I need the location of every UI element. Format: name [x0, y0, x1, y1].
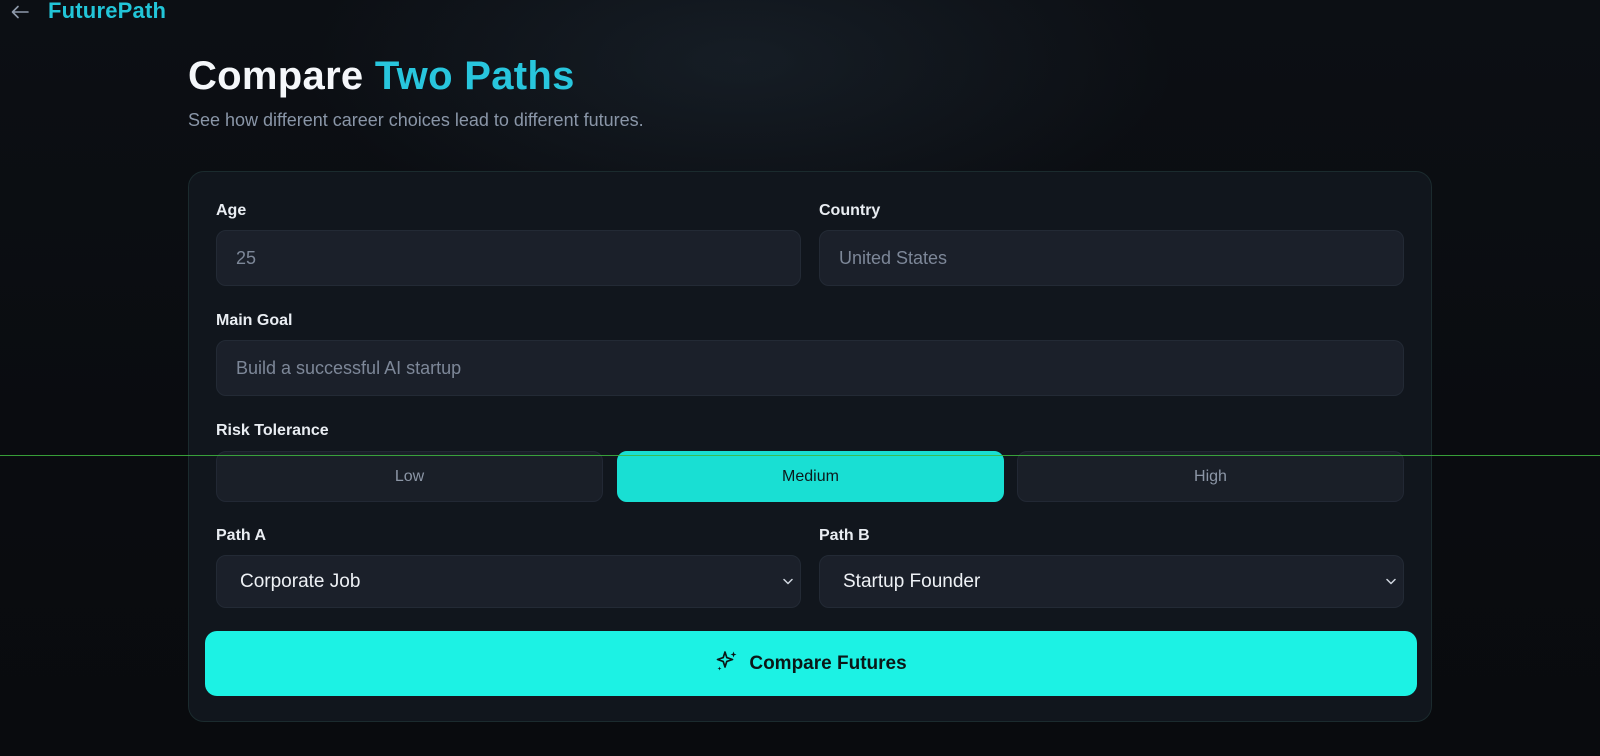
- age-input[interactable]: 25: [216, 230, 801, 286]
- page-title-accent: Two Paths: [374, 54, 575, 98]
- guide-line: [0, 455, 1600, 456]
- goal-label: Main Goal: [216, 312, 293, 329]
- age-label: Age: [216, 202, 247, 219]
- country-label: Country: [819, 202, 881, 219]
- path-a-select[interactable]: Corporate Job: [216, 555, 801, 608]
- page-title-main: Compare: [188, 54, 375, 98]
- page-title: Compare Two Paths: [188, 54, 575, 99]
- compare-futures-label: Compare Futures: [749, 652, 907, 674]
- path-a-value: Corporate Job: [240, 570, 361, 592]
- risk-option-high[interactable]: High: [1017, 451, 1404, 502]
- risk-option-low[interactable]: Low: [216, 451, 603, 502]
- risk-option-medium[interactable]: Medium: [617, 451, 1004, 502]
- path-a-label: Path A: [216, 527, 267, 544]
- arrow-left-icon[interactable]: [10, 2, 30, 22]
- compare-form-card: Age 25 Country United States Main Goal B…: [188, 171, 1432, 722]
- path-b-select[interactable]: Startup Founder: [819, 555, 1404, 608]
- sparkles-icon: [715, 649, 739, 679]
- risk-label: Risk Tolerance: [216, 422, 329, 439]
- chevron-down-icon: [1385, 575, 1397, 587]
- page-subtitle: See how different career choices lead to…: [188, 110, 644, 130]
- path-b-value: Startup Founder: [843, 570, 981, 592]
- compare-futures-button[interactable]: Compare Futures: [205, 631, 1417, 696]
- top-bar: FuturePath: [0, 0, 1600, 24]
- country-input[interactable]: United States: [819, 230, 1404, 286]
- path-b-label: Path B: [819, 527, 870, 544]
- chevron-down-icon: [782, 575, 794, 587]
- goal-input[interactable]: Build a successful AI startup: [216, 340, 1404, 396]
- brand-logo[interactable]: FuturePath: [48, 0, 166, 24]
